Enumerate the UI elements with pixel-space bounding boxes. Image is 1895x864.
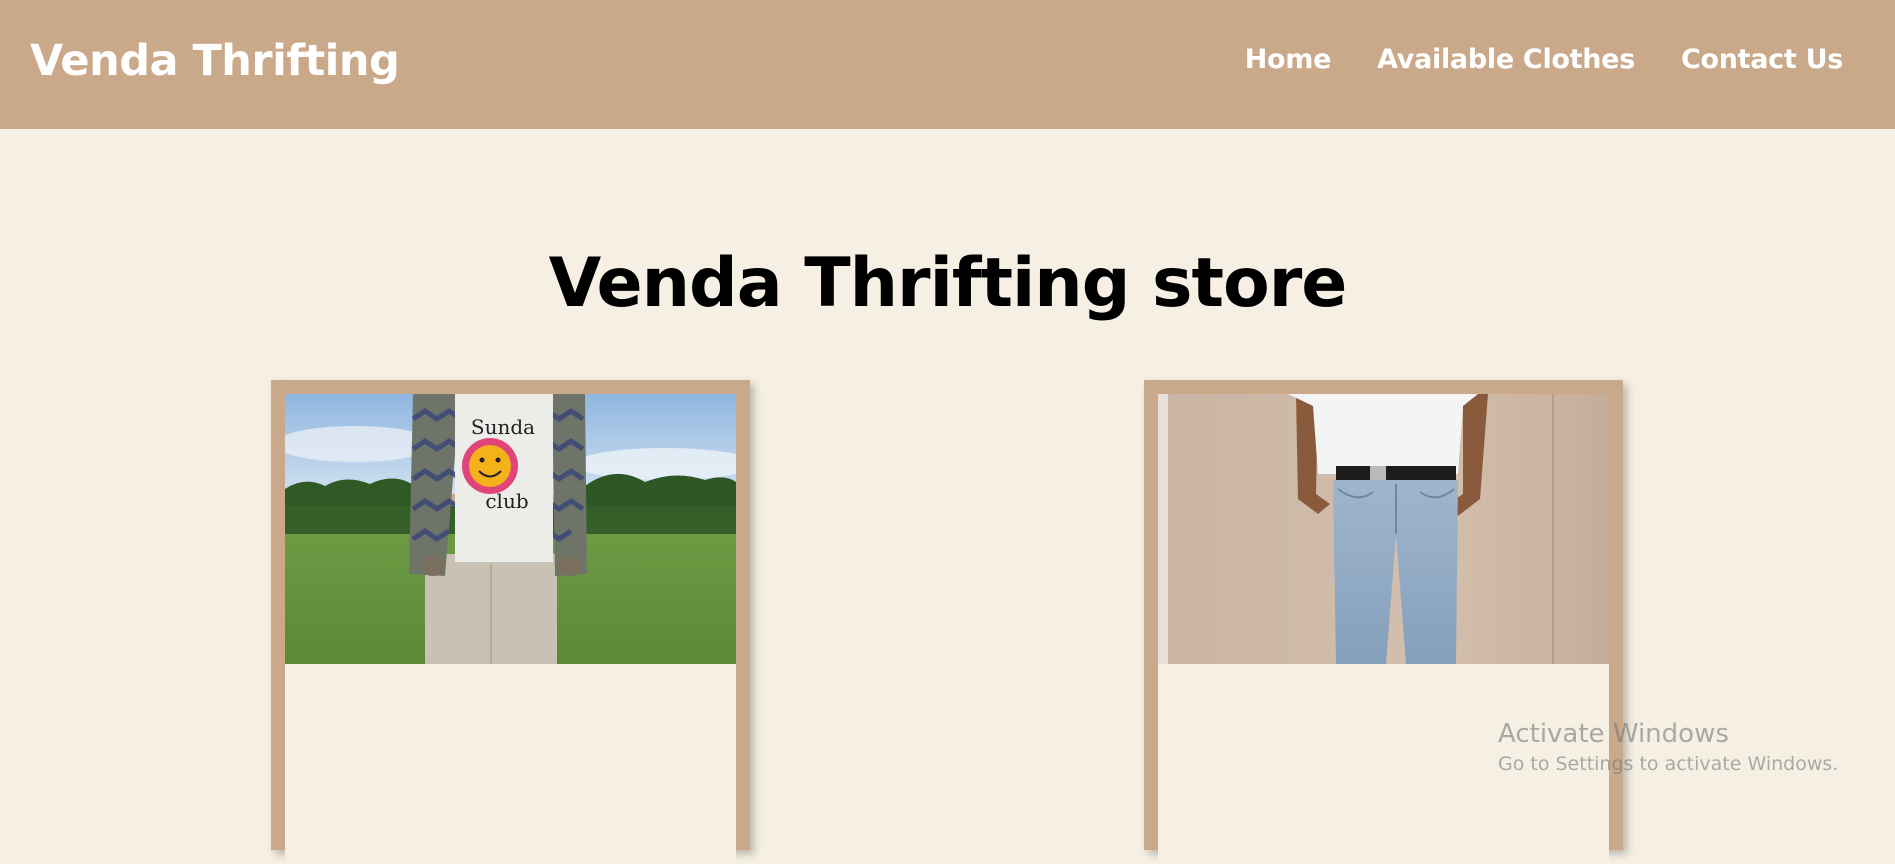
navbar: Venda Thrifting Home Available Clothes C…	[0, 0, 1895, 129]
brand-logo-text[interactable]: Venda Thrifting	[30, 36, 400, 86]
product-card-1-body	[285, 664, 736, 864]
shirt-text-top: Sunda	[471, 415, 535, 439]
product-image-1[interactable]: Sunda club	[285, 394, 736, 664]
product-card-1[interactable]: Sunda club	[271, 380, 750, 864]
watermark-title: Activate Windows	[1498, 719, 1729, 749]
cardigan-outfit-photo: Sunda club	[285, 394, 736, 664]
shirt-text-bottom: club	[485, 489, 528, 513]
product-card-2[interactable]	[1144, 380, 1623, 864]
jeans-outfit-photo	[1158, 394, 1609, 664]
nav-links: Home Available Clothes Contact Us	[1245, 44, 1844, 75]
activate-windows-watermark: Activate Windows Go to Settings to activ…	[1498, 718, 1838, 778]
nav-link-available-clothes[interactable]: Available Clothes	[1377, 44, 1635, 75]
page-title: Venda Thrifting store	[548, 244, 1348, 323]
nav-link-home[interactable]: Home	[1245, 44, 1332, 75]
nav-link-contact-us[interactable]: Contact Us	[1681, 44, 1843, 75]
product-image-2[interactable]	[1158, 394, 1609, 664]
watermark-subtitle: Go to Settings to activate Windows.	[1498, 753, 1839, 775]
